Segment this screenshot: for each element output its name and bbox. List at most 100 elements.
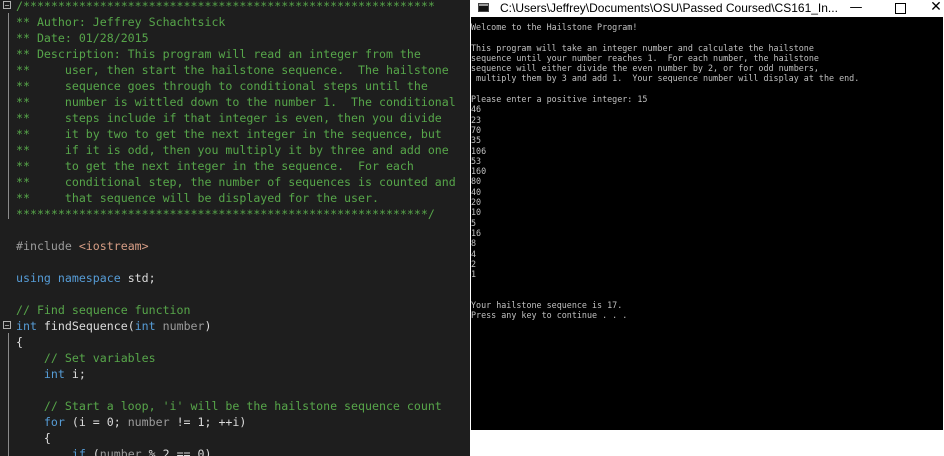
code-text: ** user, then start the hailstone sequen… [16, 62, 449, 78]
code-token: ** number is wittled down to the number … [16, 95, 456, 109]
code-token: ** Author: Jeffrey Schachtsick [16, 15, 226, 29]
code-text: ** Description: This program will read a… [16, 46, 421, 62]
code-token: namespace [57, 271, 121, 285]
code-line: { [0, 334, 470, 350]
minimize-button[interactable]: — [836, 0, 876, 17]
code-text: /***************************************… [16, 0, 435, 14]
window-title: C:\Users\Jeffrey\Documents\OSU\Passed Co… [500, 1, 838, 15]
code-line: ** conditional step, the number of seque… [0, 174, 470, 190]
code-line: ** steps include if that integer is even… [0, 110, 470, 126]
code-line: #include <iostream> [0, 238, 470, 254]
code-text: int findSequence(int number) [16, 318, 212, 334]
code-line: if (number % 2 == 0) [0, 446, 470, 456]
code-token: ** it by two to get the next integer in … [16, 127, 442, 141]
code-token: using [16, 271, 51, 285]
code-text: // Find sequence function [16, 302, 191, 318]
code-text: if (number % 2 == 0) [16, 446, 212, 456]
code-token: { [16, 335, 23, 349]
code-token: ** sequence goes through to conditional … [16, 79, 428, 93]
code-text: int i; [16, 366, 86, 382]
code-token: ****************************************… [16, 207, 435, 221]
code-line: ****************************************… [0, 206, 470, 222]
code-token: // Find sequence function [16, 303, 191, 317]
code-line: // Set variables [0, 350, 470, 366]
title-bar[interactable]: C:\Users\Jeffrey\Documents\OSU\Passed Co… [470, 0, 944, 17]
code-text: ** if it is odd, then you multiply it by… [16, 142, 449, 158]
console-output: Welcome to the Hailstone Program! This p… [471, 22, 860, 321]
code-text: ** Date: 01/28/2015 [16, 30, 149, 46]
code-token: ) [204, 319, 212, 333]
code-line: ** Author: Jeffrey Schachtsick [0, 14, 470, 30]
code-token: ** Description: This program will read a… [16, 47, 421, 61]
code-text: using namespace std; [16, 270, 156, 286]
code-token: std; [120, 271, 156, 285]
code-text: ** sequence goes through to conditional … [16, 78, 428, 94]
code-token: ** Date: 01/28/2015 [16, 31, 149, 45]
code-text: ** it by two to get the next integer in … [16, 126, 442, 142]
code-text: ****************************************… [16, 206, 435, 222]
code-line: ** number is wittled down to the number … [0, 94, 470, 110]
code-token: findSequence( [36, 319, 135, 333]
code-line: ** to get the next integer in the sequen… [0, 158, 470, 174]
code-token: number [127, 415, 170, 429]
console-app-icon [478, 3, 489, 12]
code-token: ** conditional step, the number of seque… [16, 175, 456, 189]
code-token: ** that sequence will be displayed for t… [16, 191, 379, 205]
maximize-button[interactable] [880, 0, 920, 17]
code-line: ** user, then start the hailstone sequen… [0, 62, 470, 78]
code-line: ** Description: This program will read a… [0, 46, 470, 62]
console-body[interactable]: Welcome to the Hailstone Program! This p… [471, 17, 943, 430]
code-token: != 1; ++i) [169, 415, 247, 429]
code-line: // Start a loop, 'i' will be the hailsto… [0, 398, 470, 414]
code-text: ** number is wittled down to the number … [16, 94, 456, 110]
code-token: #include [16, 239, 79, 253]
code-text: ** Author: Jeffrey Schachtsick [16, 14, 225, 30]
code-line: // Find sequence function [0, 302, 470, 318]
code-line: { [0, 430, 470, 446]
code-token: ** steps include if that integer is even… [16, 111, 442, 125]
code-token: ** if it is odd, then you multiply it by… [16, 143, 449, 157]
code-token: i; [64, 367, 86, 381]
code-line: −/**************************************… [0, 0, 470, 14]
code-text: { [16, 334, 23, 350]
code-editor[interactable]: −/**************************************… [0, 0, 470, 456]
code-token: // Start a loop, 'i' will be the hailsto… [16, 399, 442, 413]
collapse-icon[interactable]: − [3, 321, 11, 330]
code-token: ( [85, 447, 100, 456]
console-window[interactable]: C:\Users\Jeffrey\Documents\OSU\Passed Co… [470, 0, 944, 456]
code-line: − int findSequence(int number) [0, 318, 470, 334]
code-token: for [43, 415, 65, 429]
close-button[interactable]: ✕ [916, 0, 944, 17]
code-text: // Set variables [16, 350, 156, 366]
code-line: ** it by two to get the next integer in … [0, 126, 470, 142]
code-token: ** user, then start the hailstone sequen… [16, 63, 449, 77]
code-token: number [99, 447, 142, 456]
code-line: int i; [0, 366, 470, 382]
code-line: ** sequence goes through to conditional … [0, 78, 470, 94]
outline-guide [8, 333, 9, 456]
code-text: ** to get the next integer in the sequen… [16, 158, 414, 174]
code-token: int [43, 367, 65, 381]
code-text: ** steps include if that integer is even… [16, 110, 442, 126]
outline-guide [8, 13, 9, 219]
code-token: { [16, 431, 51, 445]
collapse-icon[interactable]: − [3, 1, 11, 10]
code-text: { [16, 430, 51, 446]
code-token: ** to get the next integer in the sequen… [16, 159, 414, 173]
code-line: ** if it is odd, then you multiply it by… [0, 142, 470, 158]
code-line: ** that sequence will be displayed for t… [0, 190, 470, 206]
code-text: for (i = 0; number != 1; ++i) [16, 414, 246, 430]
code-line: for (i = 0; number != 1; ++i) [0, 414, 470, 430]
code-token: // Set variables [16, 351, 156, 365]
code-line: using namespace std; [0, 270, 470, 286]
code-token: <iostream> [78, 239, 149, 253]
code-text: // Start a loop, 'i' will be the hailsto… [16, 398, 442, 414]
code-token: int [16, 319, 37, 333]
